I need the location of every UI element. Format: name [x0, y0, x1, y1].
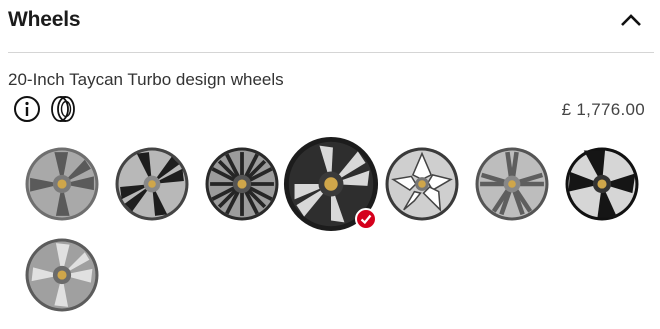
tyre-icon[interactable] — [49, 95, 77, 123]
wheel-actions — [13, 95, 77, 123]
wheel-option-5[interactable] — [384, 146, 460, 222]
chevron-up-icon[interactable] — [618, 9, 644, 31]
wheel-price: £ 1,776.00 — [561, 100, 645, 119]
wheel-name: 20-Inch Taycan Turbo design wheels — [8, 70, 284, 89]
section-title: Wheels — [8, 8, 81, 31]
section-header: Wheels — [8, 0, 654, 53]
selected-check-icon — [355, 208, 377, 230]
wheel-option-6[interactable] — [474, 146, 550, 222]
wheel-option-3[interactable] — [204, 146, 280, 222]
wheel-option-4[interactable] — [283, 136, 379, 232]
wheel-option-8[interactable] — [24, 237, 100, 313]
info-icon[interactable] — [13, 95, 41, 123]
wheel-option-7[interactable] — [564, 146, 640, 222]
wheel-option-2[interactable] — [114, 146, 190, 222]
wheel-option-1[interactable] — [24, 146, 100, 222]
